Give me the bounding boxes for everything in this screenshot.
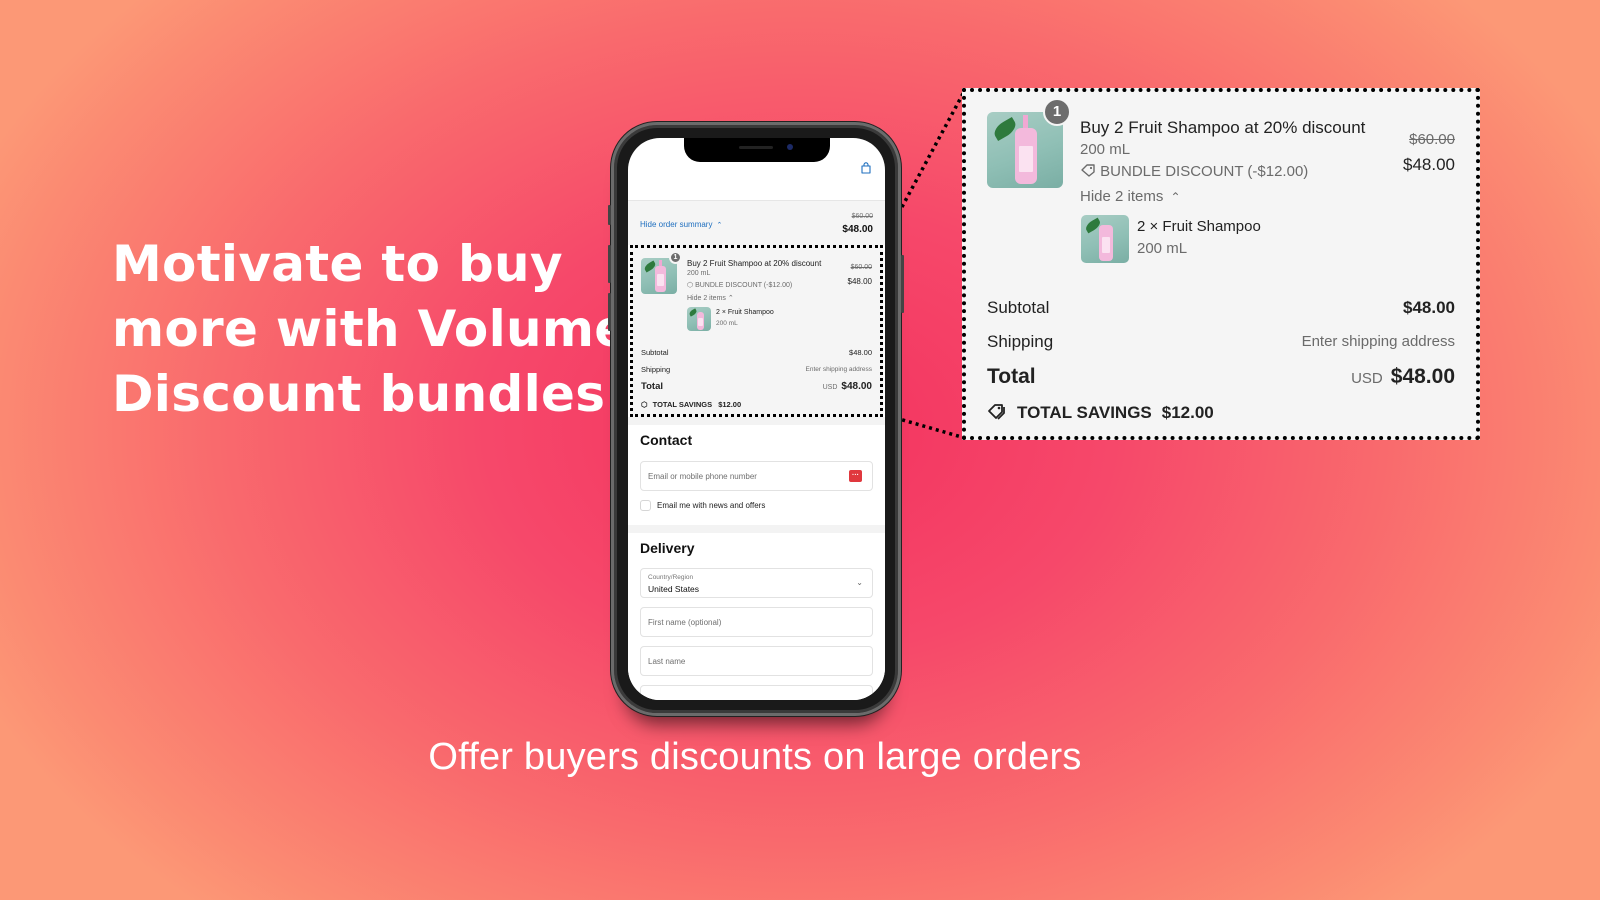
headline: Motivate to buy more with Volume Discoun… bbox=[112, 232, 629, 427]
country-select[interactable]: Country/Region United States ⌄ bbox=[640, 568, 873, 598]
first-name-placeholder: First name (optional) bbox=[648, 618, 722, 627]
phone-volume-down bbox=[608, 293, 611, 331]
hide-items-label: Hide 2 items bbox=[687, 295, 726, 302]
summary-price: $48.00 bbox=[842, 224, 873, 235]
total-savings: ⬡ TOTAL SAVINGS $12.00 bbox=[641, 400, 741, 409]
tag-icon bbox=[1081, 164, 1095, 177]
hide-order-summary-label: Hide order summary bbox=[640, 220, 713, 229]
speaker-grille bbox=[739, 146, 773, 149]
email-placeholder: Email or mobile phone number bbox=[648, 472, 757, 481]
zoomed-shipping-label: Shipping bbox=[987, 332, 1054, 351]
subtitle: Offer buyers discounts on large orders bbox=[428, 736, 1082, 778]
total-currency: USD bbox=[822, 384, 838, 391]
chevron-up-icon: ⌃ bbox=[716, 222, 723, 229]
bundle-discount: ⬡ BUNDLE DISCOUNT (-$12.00) bbox=[687, 281, 792, 289]
section-divider bbox=[628, 417, 885, 425]
zoomed-savings-value: $12.00 bbox=[1161, 403, 1214, 422]
bundle-item-variant: 200 mL bbox=[716, 320, 738, 327]
savings-value: $12.00 bbox=[718, 400, 742, 409]
subtotal-label: Subtotal bbox=[641, 348, 669, 357]
zoomed-hide-items-toggle[interactable]: Hide 2 items ⌃ bbox=[1080, 188, 1181, 205]
order-summary-highlight: 1 Buy 2 Fruit Shampoo at 20% discount 20… bbox=[630, 245, 883, 417]
order-summary-toggle-bar[interactable]: Hide order summary ⌃ $60.00 $48.00 bbox=[628, 200, 885, 245]
item-product-image bbox=[687, 307, 711, 331]
summary-original-price: $60.00 bbox=[851, 213, 873, 220]
section-divider bbox=[628, 525, 885, 533]
country-label: Country/Region bbox=[648, 574, 694, 581]
zoomed-subtotal-value: $48.00 bbox=[1403, 298, 1455, 317]
contact-section: Contact Email or mobile phone number ···… bbox=[628, 425, 885, 525]
tags-icon bbox=[988, 404, 1005, 420]
chevron-up-icon: ⌃ bbox=[1170, 190, 1181, 204]
bundle-price: $48.00 bbox=[847, 277, 872, 286]
chevron-up-icon: ⌃ bbox=[727, 295, 734, 302]
phone-mute-switch bbox=[608, 205, 611, 225]
zoomed-total-currency: USD bbox=[1351, 370, 1383, 387]
bundle-discount-label: BUNDLE DISCOUNT (-$12.00) bbox=[695, 282, 793, 289]
zoomed-hide-items-label: Hide 2 items bbox=[1080, 188, 1164, 205]
phone-power-button bbox=[901, 255, 904, 313]
email-field[interactable]: Email or mobile phone number ··· bbox=[640, 461, 873, 491]
bundle-product-image bbox=[641, 258, 677, 294]
bundle-title: Buy 2 Fruit Shampoo at 20% discount bbox=[687, 259, 822, 268]
zoomed-shipping-value: Enter shipping address bbox=[1301, 333, 1455, 350]
address-field[interactable] bbox=[640, 685, 873, 700]
delivery-title: Delivery bbox=[640, 540, 695, 556]
zoomed-item-product-image bbox=[1081, 215, 1129, 263]
bundle-item-name: 2 × Fruit Shampoo bbox=[716, 309, 774, 316]
checkout-screen: Hide order summary ⌃ $60.00 $48.00 1 Buy … bbox=[628, 138, 885, 700]
zoomed-bundle-discount: BUNDLE DISCOUNT (-$12.00) bbox=[1080, 163, 1308, 180]
headline-line-2: more with Volume bbox=[112, 300, 629, 358]
shipping-value: Enter shipping address bbox=[805, 366, 873, 373]
total-label: Total bbox=[641, 381, 663, 392]
zoomed-original-price: $60.00 bbox=[1409, 131, 1455, 148]
bundle-original-price: $60.00 bbox=[850, 264, 872, 271]
country-value: United States bbox=[648, 584, 700, 594]
total-amount: USD $48.00 bbox=[823, 381, 872, 392]
zoomed-item-variant: 200 mL bbox=[1137, 240, 1188, 257]
phone-notch bbox=[684, 138, 830, 162]
zoomed-savings-label: TOTAL SAVINGS bbox=[1017, 403, 1152, 422]
tags-icon: ⬡ bbox=[641, 400, 648, 409]
headline-line-1: Motivate to buy bbox=[112, 235, 563, 293]
zoomed-subtotal-label: Subtotal bbox=[987, 298, 1050, 317]
headline-line-3: Discount bundles bbox=[112, 365, 606, 423]
bundle-variant: 200 mL bbox=[687, 270, 711, 277]
zoomed-bundle-discount-label: BUNDLE DISCOUNT (-$12.00) bbox=[1100, 163, 1309, 180]
zoomed-item-name: 2 × Fruit Shampoo bbox=[1137, 218, 1261, 235]
zoomed-price: $48.00 bbox=[1403, 155, 1455, 174]
last-name-placeholder: Last name bbox=[648, 657, 686, 666]
quantity-badge: 1 bbox=[669, 251, 682, 264]
zoomed-total-label: Total bbox=[987, 365, 1036, 388]
tag-icon: ⬡ bbox=[687, 282, 694, 289]
savings-label: TOTAL SAVINGS bbox=[652, 400, 713, 409]
newsletter-checkbox[interactable] bbox=[640, 500, 651, 511]
zoomed-order-summary: 1 Buy 2 Fruit Shampoo at 20% discount 20… bbox=[962, 88, 1480, 440]
hide-order-summary-link[interactable]: Hide order summary ⌃ bbox=[640, 220, 722, 229]
zoomed-bundle-variant: 200 mL bbox=[1080, 141, 1131, 158]
contact-title: Contact bbox=[640, 432, 693, 448]
newsletter-label: Email me with news and offers bbox=[657, 501, 766, 510]
front-camera bbox=[787, 144, 793, 150]
total-value: $48.00 bbox=[841, 381, 872, 392]
subtotal-value: $48.00 bbox=[849, 348, 872, 357]
last-name-field[interactable]: Last name bbox=[640, 646, 873, 676]
zoomed-total-savings: TOTAL SAVINGS $12.00 bbox=[987, 402, 1214, 423]
shopping-bag-icon[interactable] bbox=[861, 162, 871, 174]
zoomed-total-amount: USD $48.00 bbox=[1351, 365, 1455, 389]
zoomed-total-value: $48.00 bbox=[1390, 365, 1455, 388]
first-name-field[interactable]: First name (optional) bbox=[640, 607, 873, 637]
shipping-label: Shipping bbox=[641, 365, 671, 374]
phone-volume-up bbox=[608, 245, 611, 283]
hide-items-toggle[interactable]: Hide 2 items ⌃ bbox=[687, 294, 734, 302]
password-manager-icon[interactable]: ··· bbox=[849, 470, 862, 482]
zoomed-bundle-title: Buy 2 Fruit Shampoo at 20% discount bbox=[1080, 118, 1366, 137]
delivery-section: Delivery Country/Region United States ⌄ … bbox=[628, 533, 885, 700]
chevron-down-icon: ⌄ bbox=[856, 578, 863, 587]
phone-mockup: Hide order summary ⌃ $60.00 $48.00 1 Buy … bbox=[608, 122, 904, 716]
zoomed-quantity-badge: 1 bbox=[1043, 98, 1071, 126]
